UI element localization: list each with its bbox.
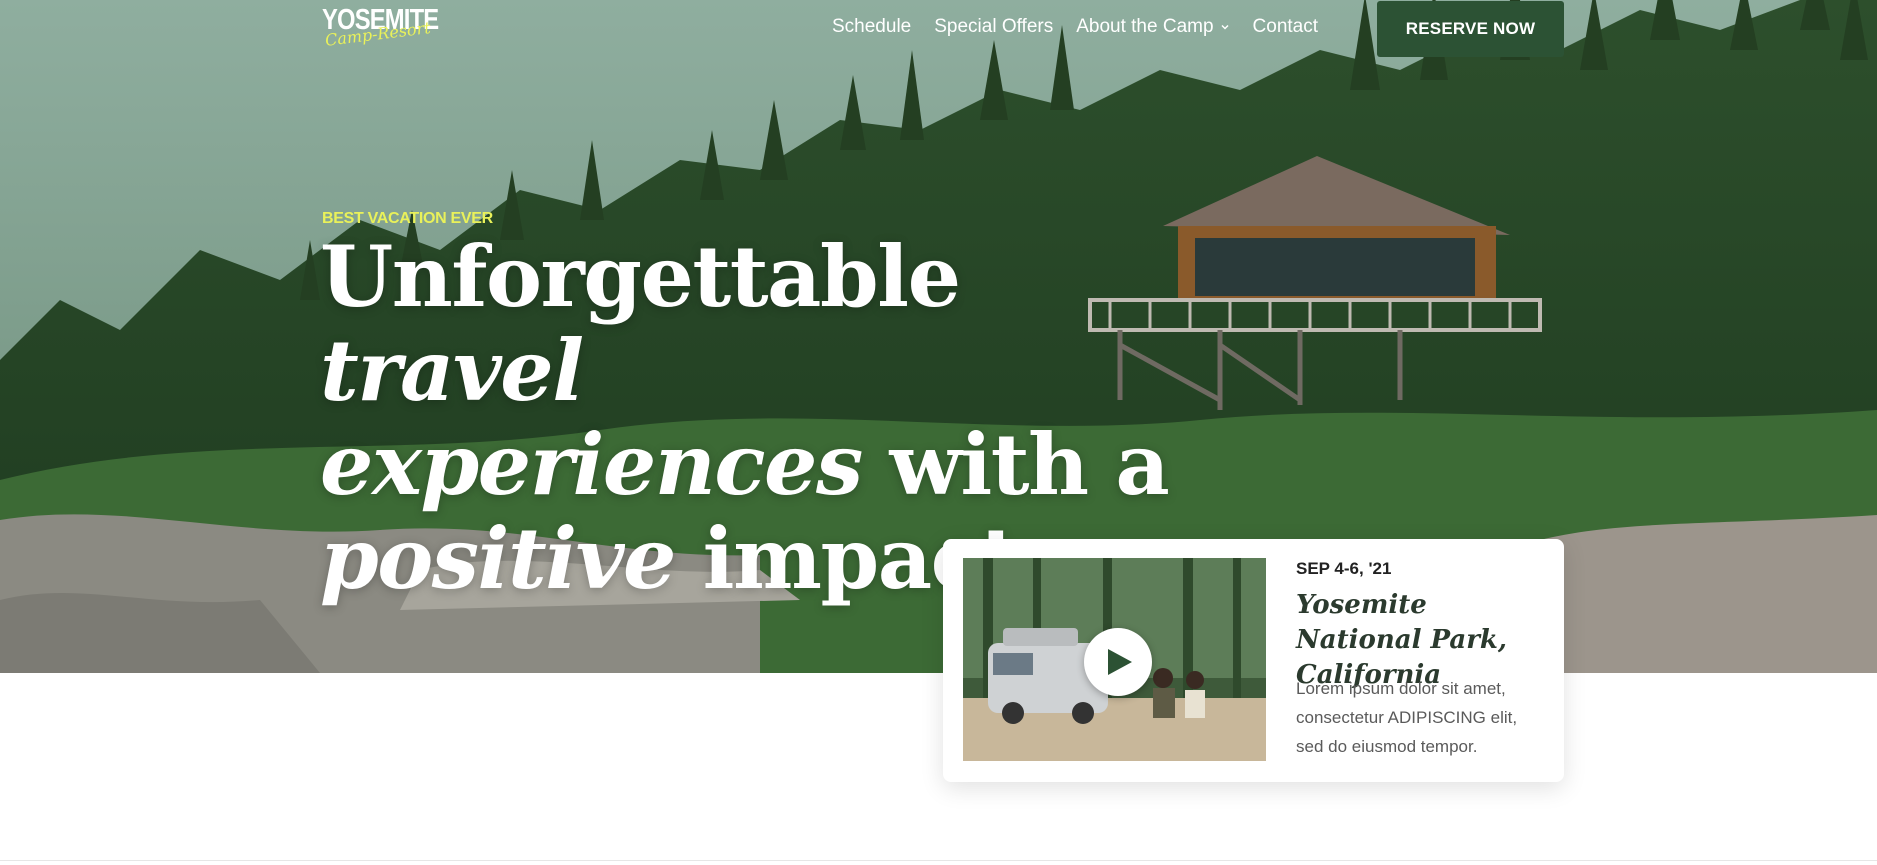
- nav-link-schedule[interactable]: Schedule: [832, 16, 911, 38]
- chevron-down-icon: [1221, 24, 1229, 30]
- hero-section: YOSEMITE Camp-Resort Schedule Special Of…: [0, 0, 1877, 673]
- nav-link-contact[interactable]: Contact: [1253, 16, 1318, 38]
- nav-link-special-offers[interactable]: Special Offers: [934, 16, 1053, 38]
- event-date: SEP 4-6, '21: [1296, 559, 1392, 578]
- event-video-thumbnail[interactable]: [963, 558, 1266, 761]
- site-logo[interactable]: YOSEMITE Camp-Resort: [322, 4, 439, 56]
- headline-line1-regular: Unforgettable: [320, 227, 961, 326]
- event-card[interactable]: SEP 4-6, '21 Yosemite National Park, Cal…: [943, 539, 1564, 782]
- headline-line3-italic: positive: [320, 509, 676, 608]
- play-icon: [1108, 649, 1132, 675]
- hero-eyebrow: BEST VACATION EVER: [322, 210, 493, 227]
- section-divider: [0, 860, 1877, 861]
- nav-link-about-the-camp[interactable]: About the Camp: [1076, 16, 1229, 38]
- play-button[interactable]: [1084, 628, 1152, 696]
- headline-line1-italic: travel: [320, 321, 584, 420]
- nav-link-about-label: About the Camp: [1076, 16, 1214, 37]
- main-nav: Schedule Special Offers About the Camp C…: [832, 16, 1341, 38]
- headline-line2-regular: with a: [861, 415, 1170, 514]
- event-description: Lorem ipsum dolor sit amet, consectetur …: [1296, 679, 1518, 756]
- reserve-now-button[interactable]: RESERVE NOW: [1377, 1, 1564, 57]
- headline-line2-italic: experiences: [320, 415, 863, 514]
